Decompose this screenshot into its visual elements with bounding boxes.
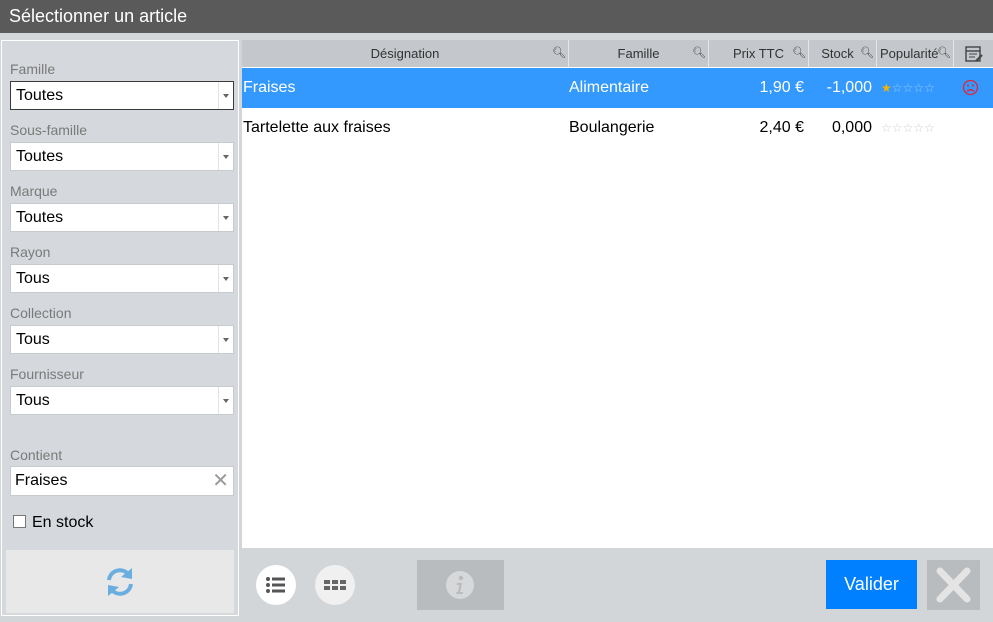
en-stock-label: En stock (32, 514, 94, 531)
search-icon[interactable]: 🔍︎ (692, 40, 706, 67)
famille-select[interactable]: Toutes (10, 81, 234, 110)
famille-label: Famille (10, 61, 56, 77)
marque-value: Toutes (16, 209, 64, 226)
cancel-button[interactable] (927, 560, 980, 610)
star-icon: ☆ (891, 81, 903, 95)
list-view-button[interactable] (256, 565, 296, 605)
close-icon (936, 567, 971, 603)
bottom-toolbar: Valider (242, 548, 993, 622)
table-header: Désignation 🔍︎ Famille 🔍︎ Prix TTC 🔍︎ St… (242, 40, 993, 67)
designation-cell: Fraises (243, 79, 296, 96)
fournisseur-value: Tous (16, 392, 50, 409)
sous-famille-label: Sous-famille (10, 122, 88, 138)
list-view-icon (266, 577, 285, 593)
star-icon: ☆ (902, 121, 914, 135)
column-header-label: Famille (617, 46, 660, 61)
chevron-down-icon (218, 204, 233, 231)
grid-view-button[interactable] (315, 565, 355, 605)
article-table: Désignation 🔍︎ Famille 🔍︎ Prix TTC 🔍︎ St… (242, 40, 993, 548)
info-icon (446, 571, 474, 599)
marque-label: Marque (10, 183, 58, 199)
column-header-designation[interactable]: Désignation 🔍︎ (242, 40, 569, 67)
column-header-stock[interactable]: Stock 🔍︎ (809, 40, 877, 67)
fournisseur-label: Fournisseur (10, 366, 84, 382)
column-header-popularite[interactable]: Popularité 🔍︎ (877, 40, 954, 67)
famille-cell: Alimentaire (569, 79, 650, 96)
search-icon[interactable]: 🔍︎ (552, 40, 566, 67)
designation-cell: Tartelette aux fraises (243, 119, 391, 136)
clear-icon[interactable]: ✕ (212, 470, 229, 492)
fournisseur-select[interactable]: Tous (10, 386, 234, 415)
rayon-select[interactable]: Tous (10, 264, 234, 293)
column-header-label: Prix TTC (732, 46, 785, 61)
prix-cell: 2,40 € (759, 119, 804, 136)
column-header-label: Stock (821, 46, 854, 61)
prix-cell: 1,90 € (759, 79, 804, 96)
table-settings-icon (964, 46, 983, 62)
search-icon[interactable]: 🔍︎ (937, 40, 951, 67)
collection-label: Collection (10, 305, 72, 321)
stock-cell: -1,000 (826, 79, 872, 96)
search-icon[interactable]: 🔍︎ (860, 40, 874, 67)
rayon-value: Tous (16, 270, 50, 287)
chevron-down-icon (218, 82, 233, 109)
en-stock-checkbox[interactable]: En stock (13, 514, 93, 532)
checkbox-box[interactable] (13, 514, 26, 528)
star-icon: ★ (881, 81, 892, 95)
star-icon: ☆ (891, 121, 903, 135)
collection-value: Tous (16, 331, 50, 348)
collection-select[interactable]: Tous (10, 325, 234, 354)
popularity-rating: ★☆☆☆☆ (881, 68, 935, 108)
search-icon[interactable]: 🔍︎ (792, 40, 806, 67)
star-icon: ☆ (902, 81, 914, 95)
info-button[interactable] (417, 560, 504, 610)
popularity-rating: ☆☆☆☆☆ (881, 108, 935, 148)
chevron-down-icon (218, 143, 233, 170)
chevron-down-icon (218, 265, 233, 292)
marque-select[interactable]: Toutes (10, 203, 234, 232)
column-header-label: Popularité (880, 46, 939, 61)
window-title: Sélectionner un article (9, 6, 188, 26)
sous-famille-select[interactable]: Toutes (10, 142, 234, 171)
table-row[interactable]: Tartelette aux fraises Boulangerie 2,40 … (242, 108, 993, 148)
chevron-down-icon (218, 326, 233, 353)
contient-label: Contient (10, 447, 63, 463)
star-icon: ☆ (924, 81, 935, 95)
famille-cell: Boulangerie (569, 119, 655, 136)
contient-field[interactable]: ✕ (10, 466, 234, 496)
window-titlebar: Sélectionner un article (0, 0, 993, 33)
rayon-label: Rayon (10, 244, 51, 260)
chevron-down-icon (218, 387, 233, 414)
column-header-label: Désignation (370, 46, 440, 61)
star-icon: ☆ (913, 121, 925, 135)
column-header-famille[interactable]: Famille 🔍︎ (569, 40, 709, 67)
contient-input[interactable] (15, 467, 205, 495)
column-settings-button[interactable] (954, 40, 993, 67)
refresh-button[interactable] (6, 550, 234, 613)
famille-value: Toutes (16, 87, 64, 104)
valider-button[interactable]: Valider (826, 560, 917, 609)
grid-view-icon (324, 580, 346, 590)
star-icon: ☆ (881, 121, 892, 135)
star-icon: ☆ (913, 81, 925, 95)
refresh-icon (107, 568, 133, 596)
sous-famille-value: Toutes (16, 148, 64, 165)
star-icon: ☆ (924, 121, 935, 135)
filter-panel: Famille Toutes Sous-famille Toutes Marqu… (1, 40, 239, 616)
sad-face-icon (962, 79, 979, 96)
column-header-prix[interactable]: Prix TTC 🔍︎ (709, 40, 809, 67)
stock-cell: 0,000 (831, 119, 872, 136)
table-row[interactable]: Fraises Alimentaire 1,90 € -1,000 ★☆☆☆☆ (242, 68, 993, 108)
